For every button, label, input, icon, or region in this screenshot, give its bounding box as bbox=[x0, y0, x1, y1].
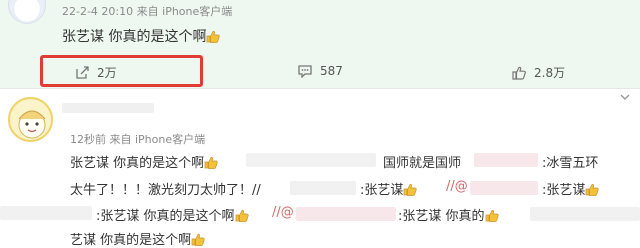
chevron-down-icon[interactable] bbox=[620, 92, 630, 102]
commenter-avatar[interactable] bbox=[8, 97, 53, 142]
redacted-text bbox=[470, 181, 538, 195]
thumbs-up-emoji-icon bbox=[207, 31, 221, 43]
redacted-text bbox=[246, 153, 376, 167]
post-timestamp: 22-2-4 20:10 bbox=[62, 5, 134, 18]
post-text-content: 张艺谋 你真的是这个啊 bbox=[62, 29, 207, 45]
comment-source: 来自 iPhone客户端 bbox=[109, 133, 206, 146]
comment-time: 12秒前 bbox=[70, 133, 106, 146]
comment-icon bbox=[298, 64, 312, 78]
like-icon bbox=[512, 66, 526, 80]
thumbs-up-emoji-icon bbox=[235, 210, 249, 222]
comment-meta: 12秒前 来自 iPhone客户端 bbox=[70, 131, 205, 147]
mention-link[interactable]: //@ bbox=[446, 179, 468, 194]
thumbs-up-emoji-icon bbox=[204, 157, 218, 169]
commenter-name-redacted[interactable] bbox=[62, 103, 154, 113]
comment-button[interactable]: 587 bbox=[298, 64, 343, 78]
comment-text: :张艺谋 你真的是这个啊 bbox=[96, 209, 235, 224]
comment-line: :张艺谋 bbox=[360, 179, 418, 198]
comment-text: 张艺谋 你真的是这个啊 bbox=[70, 156, 205, 171]
comment-text: :冰雪五环 bbox=[542, 156, 599, 171]
comment-text: 国师就是国师 bbox=[383, 156, 462, 171]
comment-text: :张艺谋 bbox=[360, 183, 404, 198]
thumbs-up-emoji-icon bbox=[485, 210, 499, 222]
comment-text: 太牛了！！！激光刻刀太帅了！// bbox=[70, 183, 261, 198]
post-text: 张艺谋 你真的是这个啊 bbox=[62, 26, 221, 46]
highlight-annotation bbox=[40, 55, 203, 87]
redacted-text bbox=[474, 153, 538, 167]
post-meta: 22-2-4 20:10 来自 iPhone客户端 bbox=[62, 3, 232, 19]
comment-line: :张艺谋 bbox=[542, 179, 600, 198]
post-source: 来自 iPhone客户端 bbox=[136, 5, 233, 18]
mention-link[interactable]: //@ bbox=[272, 205, 294, 220]
redacted-text bbox=[290, 181, 356, 195]
comment-line: :张艺谋 你真的是这个啊 bbox=[96, 205, 249, 224]
redacted-text bbox=[296, 207, 396, 221]
avatar-face-icon bbox=[18, 110, 46, 139]
section-divider bbox=[0, 88, 640, 89]
comment-text: :张艺谋 你真的 bbox=[398, 209, 485, 224]
like-button[interactable]: 2.8万 bbox=[512, 64, 565, 81]
redacted-text bbox=[0, 206, 92, 220]
comment-line: 艺谋 你真的是这个啊 bbox=[70, 229, 205, 248]
comment-text: :张艺谋 bbox=[542, 183, 586, 198]
like-count: 2.8万 bbox=[534, 66, 566, 80]
thumbs-up-emoji-icon bbox=[586, 184, 600, 196]
thumbs-up-emoji-icon bbox=[404, 184, 418, 196]
thumbs-up-emoji-icon bbox=[191, 234, 205, 246]
comment-line: 张艺谋 你真的是这个啊 bbox=[70, 152, 218, 171]
comment-line: :张艺谋 你真的 bbox=[398, 205, 499, 224]
redacted-text bbox=[530, 207, 640, 221]
comment-count: 587 bbox=[320, 64, 343, 78]
comment-text: 艺谋 你真的是这个啊 bbox=[70, 233, 192, 248]
